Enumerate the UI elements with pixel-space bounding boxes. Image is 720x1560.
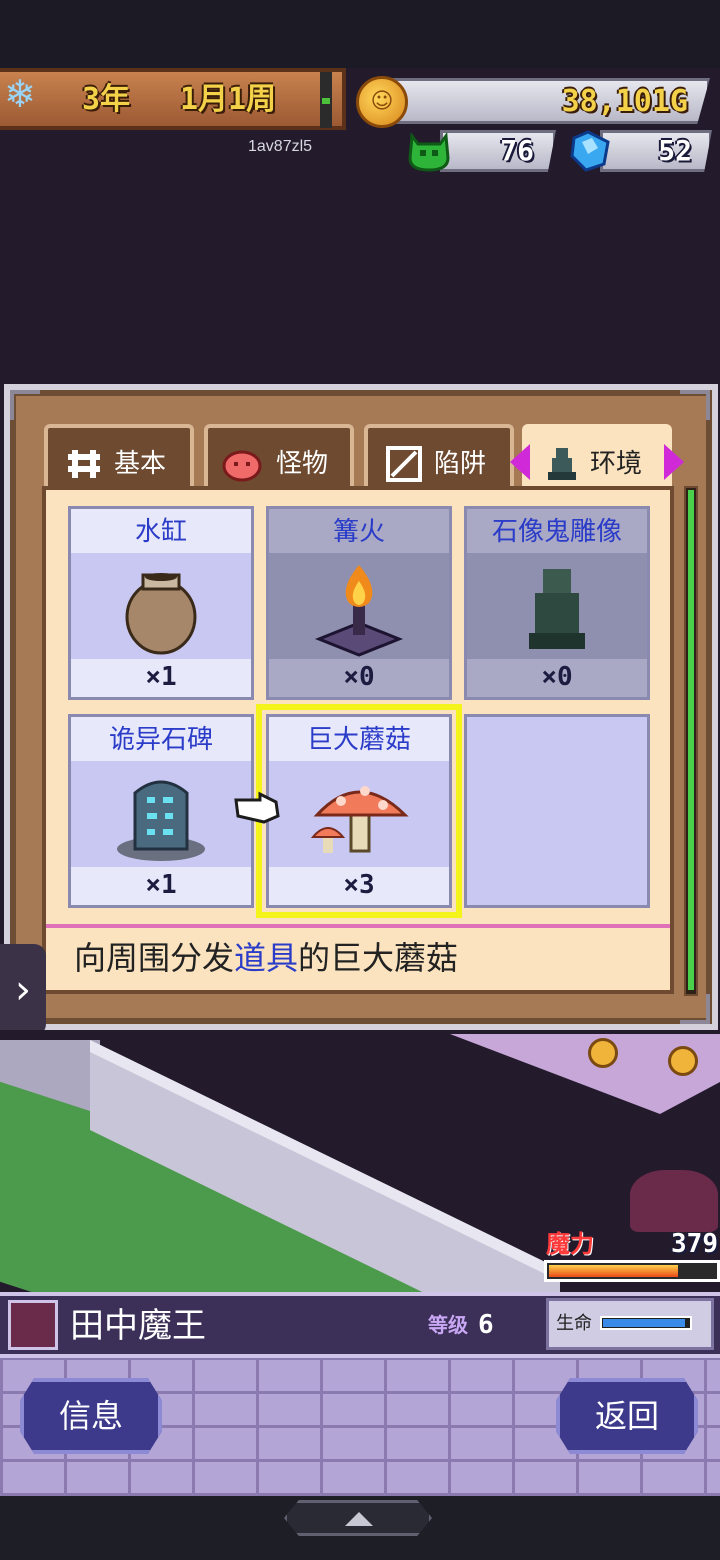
blue-crystal-icon (570, 130, 610, 172)
description-highlight: 道具 (234, 939, 299, 977)
description-text: 向周围分发 (74, 939, 235, 977)
avatar[interactable] (8, 1300, 58, 1350)
tab-environment-label: 环境 (590, 449, 643, 479)
item-count: ×0 (541, 662, 573, 692)
item-name: 篝火 (332, 517, 385, 547)
green-monster-icon (408, 131, 450, 172)
bonfire-icon (314, 565, 404, 657)
hp-label: 生命 (556, 1313, 592, 1334)
fence-icon (68, 450, 100, 478)
coin-icon[interactable] (588, 1038, 618, 1068)
item-name: 石像鬼雕像 (491, 517, 622, 547)
statue-icon (548, 448, 576, 480)
mana-value: 379 (671, 1229, 718, 1259)
side-expand-arrow[interactable]: › (0, 944, 46, 1036)
crystal-count: 52 (658, 134, 692, 167)
snowflake-icon: ❄ (4, 72, 36, 116)
progress-indicator (320, 72, 332, 128)
item-description: 向周围分发道具的巨大蘑菇 (74, 936, 664, 980)
level-value: 6 (478, 1310, 494, 1340)
item-count: ×0 (343, 662, 375, 692)
item-count: ×3 (343, 870, 375, 900)
gargoyle-statue-icon (529, 569, 585, 649)
jar-icon (125, 573, 197, 655)
item-name: 巨大蘑菇 (306, 725, 411, 755)
tab-monsters-label: 怪物 (276, 449, 329, 479)
mana-bar (544, 1260, 720, 1282)
empty-slot[interactable] (464, 714, 650, 908)
item-name: 诡异石碑 (108, 725, 213, 755)
panel-corner (10, 390, 40, 420)
item-water-jar[interactable]: 水缸 ×1 (68, 506, 254, 700)
level-label: 等级 (428, 1313, 468, 1337)
item-giant-mushroom[interactable]: 巨大蘑菇 ×3 (256, 704, 462, 918)
item-bonfire[interactable]: 篝火 ×0 (266, 506, 452, 700)
description-text: 的巨大蘑菇 (298, 939, 459, 977)
monster-count: 76 (500, 134, 534, 167)
player-id: 1av87zl5 (248, 138, 313, 155)
tab-basic-label: 基本 (114, 449, 167, 479)
chevron-up-icon (345, 1512, 373, 1526)
year-label: 3年 (82, 82, 131, 117)
item-eerie-stele[interactable]: 诡异石碑 ×1 (68, 714, 254, 908)
item-count: ×1 (145, 870, 177, 900)
gold-coin-icon: ☺ (356, 76, 408, 128)
item-count: ×1 (145, 662, 177, 692)
player-name: 田中魔王 (70, 1306, 206, 1346)
week-label: 1月1周 (180, 82, 277, 117)
rune-stone-icon (117, 780, 205, 861)
back-button[interactable]: 返回 (556, 1378, 698, 1454)
panel-corner (680, 994, 710, 1024)
scrollbar[interactable] (684, 486, 698, 996)
demon-lord-sprite[interactable] (630, 1170, 718, 1232)
item-gargoyle-statue[interactable]: 石像鬼雕像 ×0 (464, 506, 650, 700)
tab-traps-label: 陷阱 (434, 449, 487, 479)
hp-bar (600, 1316, 692, 1330)
slime-icon (222, 450, 262, 482)
item-name: 水缸 (134, 517, 187, 547)
mushroom-icon (310, 786, 409, 853)
gold-value: 38,101G (561, 84, 688, 119)
mana-label: 魔力 (546, 1230, 594, 1258)
pointer-hand-icon (234, 791, 280, 824)
trap-icon (386, 446, 422, 482)
status-bar (0, 0, 720, 68)
info-button[interactable]: 信息 (20, 1378, 162, 1454)
expand-up-button[interactable] (284, 1500, 432, 1536)
coin-icon[interactable] (668, 1046, 698, 1076)
panel-corner (680, 390, 710, 420)
